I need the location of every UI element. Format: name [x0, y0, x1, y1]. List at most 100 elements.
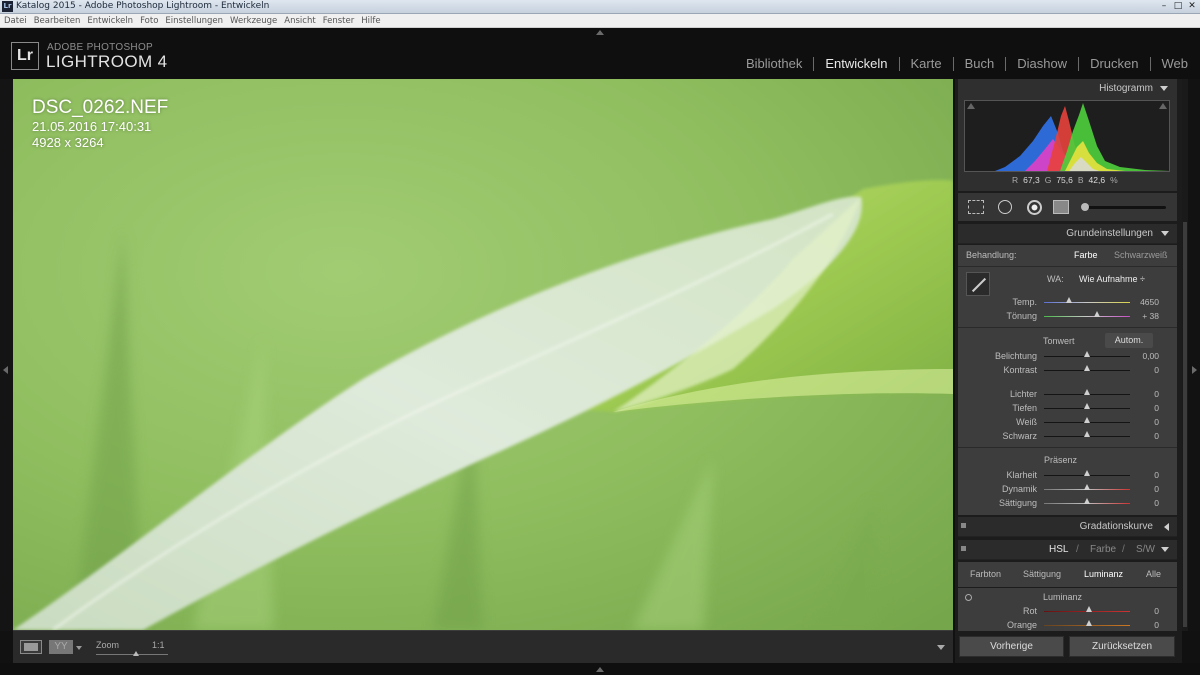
menu-einstellungen[interactable]: Einstellungen — [165, 16, 223, 26]
menu-hilfe[interactable]: Hilfe — [361, 16, 380, 26]
hsl-mode-separator: / — [1122, 544, 1125, 555]
exposure-label: Belichtung — [994, 351, 1037, 361]
module-diashow[interactable]: Diashow — [1017, 56, 1067, 71]
hsl-mode-bw[interactable]: S/W — [1136, 544, 1155, 555]
exposure-value[interactable]: 0,00 — [1129, 351, 1159, 361]
right-panel-scroll-thumb[interactable] — [1183, 222, 1187, 627]
treatment-color-option[interactable]: Farbe — [1074, 250, 1098, 260]
highlights-label: Lichter — [1009, 389, 1037, 399]
red-luminance-value[interactable]: 0 — [1129, 606, 1159, 616]
whites-value[interactable]: 0 — [1129, 417, 1159, 427]
temp-slider-track[interactable] — [1044, 302, 1130, 303]
tab-alle[interactable]: Alle — [1146, 569, 1161, 579]
maximize-icon[interactable]: □ — [1172, 1, 1184, 12]
menu-ansicht[interactable]: Ansicht — [284, 16, 315, 26]
clarity-label: Klarheit — [1006, 470, 1037, 480]
histogram-graph[interactable] — [964, 100, 1170, 172]
blacks-slider-thumb[interactable] — [1084, 431, 1090, 437]
clarity-value[interactable]: 0 — [1129, 470, 1159, 480]
right-panel-toggle-strip — [1188, 79, 1200, 631]
highlights-value[interactable]: 0 — [1129, 389, 1159, 399]
red-eye-tool-icon[interactable] — [1027, 200, 1042, 215]
auto-tone-button[interactable]: Autom. — [1105, 333, 1153, 348]
spot-removal-tool-icon[interactable] — [998, 200, 1012, 214]
tone-curve-toggle-icon[interactable] — [961, 523, 966, 528]
before-after-dropdown-icon[interactable] — [76, 646, 82, 650]
tab-farbton[interactable]: Farbton — [970, 569, 1001, 579]
basic-section-header[interactable]: Grundeinstellungen — [958, 224, 1177, 244]
tint-slider-thumb[interactable] — [1094, 311, 1100, 317]
exposure-slider-thumb[interactable] — [1084, 351, 1090, 357]
reset-button[interactable]: Zurücksetzen — [1069, 636, 1175, 657]
tab-luminanz[interactable]: Luminanz — [1084, 569, 1123, 579]
left-panel-toggle-icon[interactable] — [3, 366, 8, 374]
histogram-collapse-icon[interactable] — [1160, 86, 1168, 91]
right-panel-toggle-icon[interactable] — [1192, 366, 1197, 374]
photo-preview[interactable]: DSC_0262.NEF 21.05.2016 17:40:31 4928 x … — [13, 79, 953, 630]
b-value: 42,6 — [1088, 175, 1106, 185]
module-drucken[interactable]: Drucken — [1090, 56, 1138, 71]
previous-button[interactable]: Vorherige — [959, 636, 1064, 657]
wb-eyedropper-icon[interactable] — [966, 272, 990, 296]
tone-curve-section-header[interactable]: Gradationskurve — [958, 517, 1177, 537]
menu-entwickeln[interactable]: Entwickeln — [87, 16, 133, 26]
wb-label: WA: — [1047, 274, 1064, 284]
blacks-value[interactable]: 0 — [1129, 431, 1159, 441]
shadows-slider-thumb[interactable] — [1084, 403, 1090, 409]
before-after-button[interactable]: YY — [49, 640, 73, 654]
treatment-bw-option[interactable]: Schwarzweiß — [1114, 250, 1168, 260]
tint-value[interactable]: + 38 — [1129, 311, 1159, 321]
zoom-slider-track[interactable] — [96, 654, 168, 655]
develop-tool-strip — [958, 193, 1177, 221]
temp-value[interactable]: 4650 — [1129, 297, 1159, 307]
highlights-slider-thumb[interactable] — [1084, 389, 1090, 395]
hsl-section-header[interactable]: HSL / Farbe / S/W — [958, 540, 1177, 560]
wb-preset-select[interactable]: Wie Aufnahme ÷ — [1079, 274, 1145, 284]
menu-datei[interactable]: Datei — [4, 16, 27, 26]
crop-tool-icon[interactable] — [968, 200, 984, 214]
menu-werkzeuge[interactable]: Werkzeuge — [230, 16, 277, 26]
histogram-title[interactable]: Histogramm — [1099, 83, 1153, 94]
module-buch[interactable]: Buch — [965, 56, 995, 71]
tint-slider-track[interactable] — [1044, 316, 1130, 317]
hsl-mode-hsl[interactable]: HSL — [1049, 544, 1068, 555]
tone-curve-expand-icon[interactable] — [1164, 523, 1169, 531]
top-panel-toggle-icon[interactable] — [596, 30, 604, 35]
hsl-toggle-icon[interactable] — [961, 546, 966, 551]
tab-saettigung[interactable]: Sättigung — [1023, 569, 1061, 579]
module-bibliothek[interactable]: Bibliothek — [746, 56, 802, 71]
saturation-slider-thumb[interactable] — [1084, 498, 1090, 504]
toolbar-menu-icon[interactable] — [937, 645, 945, 650]
photo-info-overlay: DSC_0262.NEF 21.05.2016 17:40:31 4928 x … — [32, 97, 168, 151]
module-entwickeln[interactable]: Entwickeln — [825, 56, 887, 71]
red-luminance-thumb[interactable] — [1086, 606, 1092, 612]
module-karte[interactable]: Karte — [911, 56, 942, 71]
whites-slider-thumb[interactable] — [1084, 417, 1090, 423]
vibrance-slider-thumb[interactable] — [1084, 484, 1090, 490]
hsl-collapse-icon[interactable] — [1161, 547, 1169, 552]
menu-fenster[interactable]: Fenster — [323, 16, 355, 26]
orange-luminance-value[interactable]: 0 — [1129, 620, 1159, 630]
shadows-label: Tiefen — [1012, 403, 1037, 413]
temp-slider-thumb[interactable] — [1066, 297, 1072, 303]
loupe-view-button[interactable] — [20, 640, 42, 654]
adjustment-brush-slider[interactable] — [1081, 203, 1166, 211]
close-icon[interactable]: ✕ — [1186, 1, 1198, 12]
vibrance-value[interactable]: 0 — [1129, 484, 1159, 494]
menu-bearbeiten[interactable]: Bearbeiten — [34, 16, 81, 26]
clarity-slider-thumb[interactable] — [1084, 470, 1090, 476]
module-web[interactable]: Web — [1162, 56, 1189, 71]
graduated-filter-icon[interactable] — [1053, 200, 1069, 214]
contrast-value[interactable]: 0 — [1129, 365, 1159, 375]
targeted-adjustment-icon[interactable] — [965, 594, 972, 601]
filmstrip-toggle-icon[interactable] — [596, 667, 604, 672]
zoom-slider-thumb[interactable] — [133, 651, 139, 656]
menu-foto[interactable]: Foto — [140, 16, 158, 26]
shadows-value[interactable]: 0 — [1129, 403, 1159, 413]
basic-collapse-icon[interactable] — [1161, 231, 1169, 236]
contrast-slider-thumb[interactable] — [1084, 365, 1090, 371]
minimize-icon[interactable]: – — [1158, 1, 1170, 12]
saturation-value[interactable]: 0 — [1129, 498, 1159, 508]
orange-luminance-thumb[interactable] — [1086, 620, 1092, 626]
hsl-mode-color[interactable]: Farbe — [1090, 544, 1116, 555]
